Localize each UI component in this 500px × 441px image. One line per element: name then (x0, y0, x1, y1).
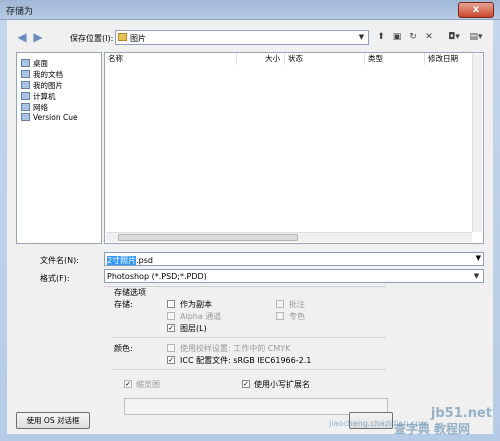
filename-extension: .psd (136, 256, 153, 265)
proof-checkbox[interactable] (167, 344, 175, 352)
place-computer[interactable]: 计算机 (21, 91, 56, 102)
column-size[interactable]: 大小 (237, 53, 285, 65)
thumbnail-checkbox[interactable]: ✓ (124, 380, 132, 388)
chevron-down-icon: ▼ (473, 272, 480, 280)
column-name[interactable]: 名称 (105, 53, 237, 65)
places-panel: 桌面 我的文档 我的图片 计算机 网络 Version Cue (16, 52, 102, 244)
dialog-body: ◀ ▶ 保存位置(I): 图片 ▼ ⬆ ▣ ↻ ✕ ◘▾ ▤▾ 桌面 我的文档 … (7, 20, 493, 434)
version-cue-icon (21, 113, 30, 121)
place-documents[interactable]: 我的文档 (21, 69, 63, 80)
forward-arrow-icon[interactable]: ▶ (31, 30, 45, 44)
title-bar: 存储为 x (0, 0, 500, 20)
window-frame: ◀ ▶ 保存位置(I): 图片 ▼ ⬆ ▣ ↻ ✕ ◘▾ ▤▾ 桌面 我的文档 … (0, 20, 500, 441)
new-folder-icon[interactable]: ▣ (391, 31, 403, 43)
annotations-checkbox[interactable] (276, 300, 284, 308)
save-in-dropdown[interactable]: 图片 ▼ (115, 30, 369, 45)
camera-icon[interactable]: ◘▾ (445, 31, 463, 43)
pictures-icon (21, 81, 30, 89)
spot-checkbox[interactable] (276, 312, 284, 320)
filename-label: 文件名(N): (40, 256, 79, 265)
delete-icon[interactable]: ✕ (423, 31, 435, 43)
file-list[interactable]: 名称 大小 状态 类型 修改日期 (104, 52, 484, 244)
lowercase-label: 使用小写扩展名 (254, 380, 310, 389)
layers-label: 图层(L) (180, 324, 207, 333)
icc-checkbox[interactable]: ✓ (167, 356, 175, 364)
save-in-value: 图片 (130, 34, 146, 43)
layers-checkbox[interactable]: ✓ (167, 324, 175, 332)
window-title: 存储为 (6, 7, 34, 17)
alpha-label: Alpha 通道 (180, 312, 222, 321)
view-menu-icon[interactable]: ▤▾ (467, 31, 485, 43)
alpha-checkbox[interactable] (167, 312, 175, 320)
refresh-icon[interactable]: ↻ (407, 31, 419, 43)
filename-input[interactable]: 2寸照片.psd ▼ (104, 252, 484, 266)
as-copy-checkbox[interactable] (167, 300, 175, 308)
annotations-label: 批注 (289, 300, 305, 309)
column-status[interactable]: 状态 (285, 53, 365, 65)
horizontal-scrollbar[interactable] (106, 232, 472, 242)
chevron-down-icon: ▼ (475, 254, 481, 262)
place-network[interactable]: 网络 (21, 102, 48, 113)
go-up-icon[interactable]: ⬆ (375, 31, 387, 43)
icc-label: ICC 配置文件: sRGB IEC61966-2.1 (180, 356, 312, 365)
place-desktop[interactable]: 桌面 (21, 58, 48, 69)
filename-selected-text: 2寸照片 (107, 256, 137, 265)
as-copy-label: 作为副本 (180, 300, 212, 309)
place-pictures[interactable]: 我的图片 (21, 80, 63, 91)
color-label: 颜色: (114, 344, 133, 353)
save-in-label: 保存位置(I): (70, 34, 114, 43)
documents-icon (21, 70, 30, 78)
save-options-group: 存储选项 存储: 作为副本 批注 Alpha 通道 专色 ✓ 图层(L) 颜色:… (104, 286, 386, 392)
column-type[interactable]: 类型 (365, 53, 425, 65)
column-modified[interactable]: 修改日期 (425, 53, 474, 65)
thumbnail-label: 缩览图 (136, 380, 160, 389)
close-button[interactable]: x (458, 2, 494, 18)
format-label: 格式(F): (40, 274, 70, 283)
use-os-dialog-button[interactable]: 使用 OS 对话框 (16, 412, 90, 429)
format-value: Photoshop (*.PSD;*.PDD) (107, 272, 207, 281)
back-arrow-icon[interactable]: ◀ (15, 30, 29, 44)
lowercase-checkbox[interactable]: ✓ (242, 380, 250, 388)
computer-icon (21, 92, 30, 100)
desktop-icon (21, 59, 30, 67)
place-version-cue[interactable]: Version Cue (21, 113, 78, 124)
spot-label: 专色 (289, 312, 305, 321)
save-label: 存储: (114, 300, 133, 309)
scrollbar-thumb[interactable] (118, 234, 298, 241)
chevron-down-icon: ▼ (358, 33, 365, 41)
divider (112, 337, 386, 338)
options-title: 存储选项 (114, 288, 146, 297)
watermark-text: 查字典 教程网 (393, 422, 470, 436)
vertical-scrollbar[interactable] (472, 54, 482, 232)
network-icon (21, 103, 30, 111)
format-dropdown[interactable]: Photoshop (*.PSD;*.PDD) ▼ (104, 269, 484, 283)
watermark-site: jb51.net (430, 406, 492, 421)
divider (112, 369, 386, 370)
proof-label: 使用校样设置: 工作中的 CMYK (180, 344, 291, 353)
folder-icon (118, 33, 127, 41)
